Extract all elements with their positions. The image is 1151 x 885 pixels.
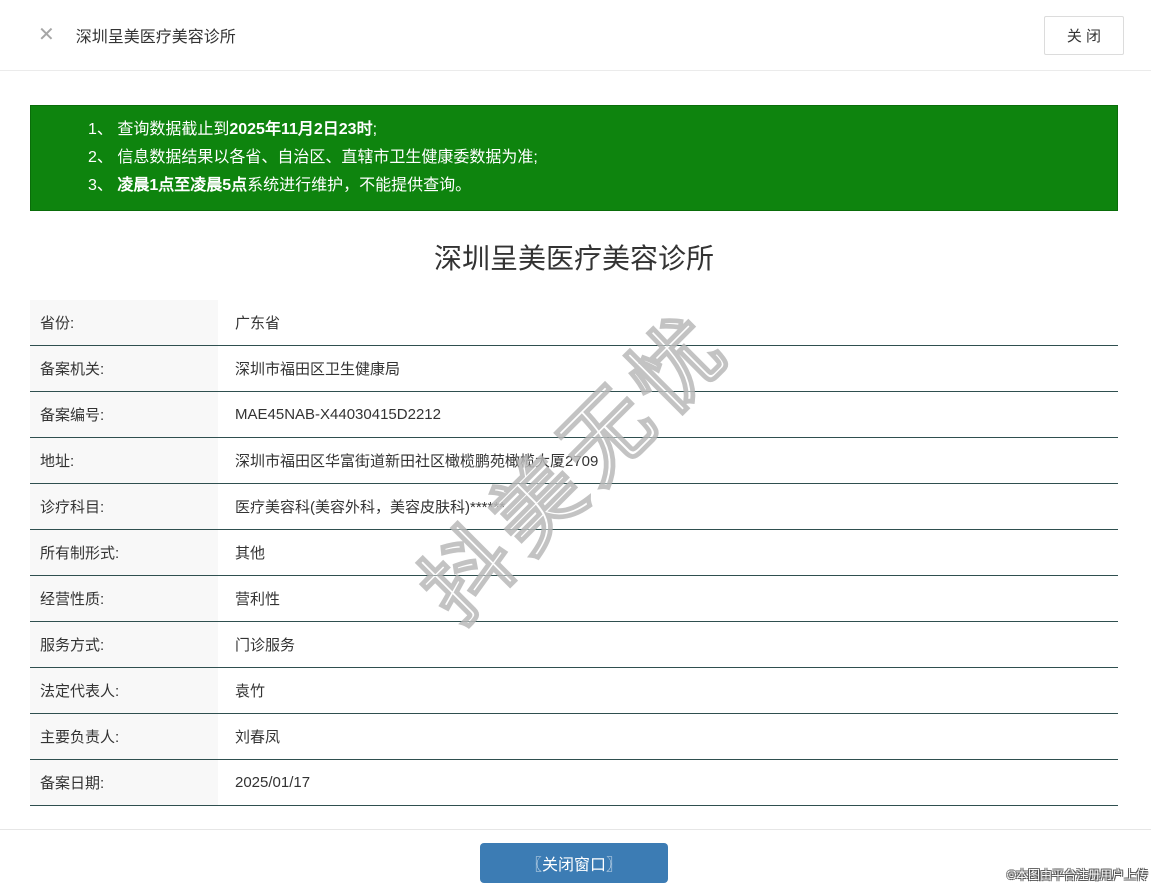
table-row: 省份: 广东省: [30, 300, 1118, 346]
row-label: 省份:: [30, 300, 218, 345]
row-value: 袁竹: [235, 683, 266, 700]
header: ✕ 深圳呈美医疗美容诊所 关 闭: [0, 0, 1151, 71]
table-row: 备案机关: 深圳市福田区卫生健康局: [30, 346, 1118, 392]
row-value: 2025/01/17: [235, 774, 311, 791]
row-value: 深圳市福田区卫生健康局: [235, 361, 401, 378]
content-area: 1、 查询数据截止到2025年11月2日23时; 2、 信息数据结果以各省、自治…: [0, 71, 1151, 883]
page-title: 深圳呈美医疗美容诊所: [433, 243, 714, 274]
notice-line-1: 1、 查询数据截止到2025年11月2日23时;: [88, 121, 378, 138]
table-row: 主要负责人: 刘春凤: [30, 714, 1118, 760]
table-row: 所有制形式: 其他: [30, 530, 1118, 576]
table-row: 备案日期: 2025/01/17: [30, 760, 1118, 806]
row-value: MAE45NAB-X44030415D2212: [235, 406, 441, 423]
row-value: 医疗美容科(美容外科，美容皮肤科)******: [235, 499, 506, 516]
table-row: 地址: 深圳市福田区华富街道新田社区橄榄鹏苑橄榄大厦2709: [30, 438, 1118, 484]
row-label: 诊疗科目:: [30, 484, 218, 529]
close-button[interactable]: 关 闭: [1043, 15, 1124, 55]
row-label: 备案日期:: [30, 760, 218, 805]
table-row: 服务方式: 门诊服务: [30, 622, 1118, 668]
row-label: 备案编号:: [30, 392, 218, 437]
close-x-icon[interactable]: ✕: [38, 25, 55, 45]
row-label: 所有制形式:: [30, 530, 218, 575]
row-value: 其他: [235, 545, 266, 562]
notice-line-3: 3、 凌晨1点至凌晨5点系统进行维护，不能提供查询。: [88, 177, 472, 194]
row-value: 深圳市福田区华富街道新田社区橄榄鹏苑橄榄大厦2709: [235, 453, 599, 470]
close-window-button[interactable]: 〖关闭窗口〗: [479, 843, 668, 883]
row-value: 广东省: [235, 315, 281, 332]
row-value: 营利性: [235, 591, 281, 608]
table-row: 经营性质: 营利性: [30, 576, 1118, 622]
row-label: 备案机关:: [30, 346, 218, 391]
row-label: 法定代表人:: [30, 668, 218, 713]
row-value: 刘春凤: [235, 729, 281, 746]
row-label: 经营性质:: [30, 576, 218, 621]
table-row: 备案编号: MAE45NAB-X44030415D2212: [30, 392, 1118, 438]
info-table: 省份: 广东省 备案机关: 深圳市福田区卫生健康局 备案编号: MAE45NAB…: [30, 300, 1118, 806]
notice-line-2: 2、 信息数据结果以各省、自治区、直辖市卫生健康委数据为准;: [88, 149, 538, 166]
row-label: 地址:: [30, 438, 218, 483]
footer: 〖关闭窗口〗: [30, 830, 1118, 883]
notice-box: 1、 查询数据截止到2025年11月2日23时; 2、 信息数据结果以各省、自治…: [30, 105, 1118, 211]
window-title: 深圳呈美医疗美容诊所: [75, 29, 236, 46]
row-value: 门诊服务: [235, 637, 296, 654]
row-label: 服务方式:: [30, 622, 218, 667]
table-row: 法定代表人: 袁竹: [30, 668, 1118, 714]
row-label: 主要负责人:: [30, 714, 218, 759]
table-row: 诊疗科目: 医疗美容科(美容外科，美容皮肤科)******: [30, 484, 1118, 530]
